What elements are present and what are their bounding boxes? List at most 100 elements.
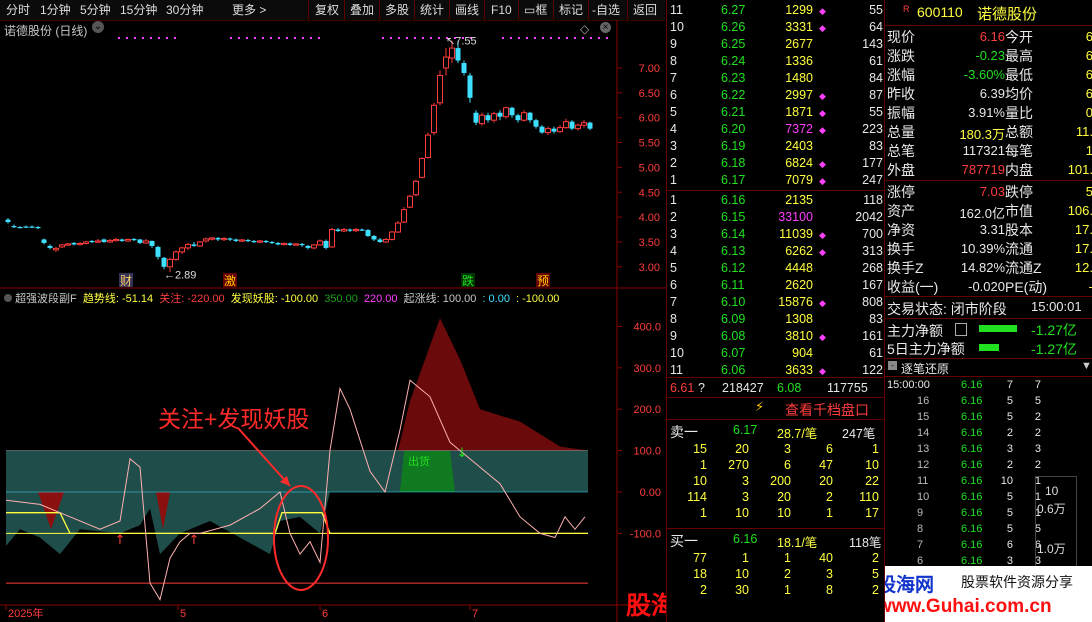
- level-number: 3: [670, 139, 677, 153]
- candle-body: [239, 239, 245, 242]
- level-marker: ◆: [819, 247, 826, 257]
- remove-watchlist-button[interactable]: -自选: [592, 2, 620, 18]
- period-tab-more[interactable]: 更多 >: [232, 2, 266, 18]
- period-tab-30min[interactable]: 30分钟: [166, 2, 203, 18]
- candle-body: [203, 238, 209, 242]
- quote-value: 3.31: [979, 222, 1005, 237]
- diamond-icon[interactable]: ◇: [580, 22, 589, 36]
- level-number: 1: [670, 193, 677, 207]
- queue-cell: 10: [735, 506, 749, 520]
- adjust-button[interactable]: 复权: [315, 2, 339, 18]
- level-volume: 3633: [785, 363, 813, 377]
- quote-key: 今开: [1005, 29, 1033, 45]
- level-marker: ◆: [819, 159, 826, 169]
- candle-body: [221, 237, 227, 241]
- level-count: 55: [869, 105, 883, 119]
- quote-value: 101.: [1067, 162, 1092, 177]
- toolbar-divider: [627, 0, 628, 20]
- candle-body: [263, 240, 269, 243]
- dropdown-icon[interactable]: ▼: [1081, 360, 1092, 372]
- overlay-button[interactable]: 叠加: [350, 2, 374, 18]
- level-price: 6.25: [721, 37, 746, 51]
- level-count: 61: [869, 54, 883, 68]
- candle-body: [35, 227, 41, 229]
- period-tab-1min[interactable]: 1分钟: [40, 2, 71, 18]
- quote-key: 流通: [1005, 241, 1033, 257]
- candle-body: [143, 240, 149, 244]
- summary-right-vol: 117755: [827, 381, 868, 395]
- date-label: 6: [322, 608, 328, 620]
- candle-body: [17, 227, 23, 229]
- collapse-icon[interactable]: [4, 294, 12, 302]
- quote-value: 6.16: [979, 29, 1005, 44]
- document-icon[interactable]: [955, 323, 967, 336]
- quote-row: 涨停 7.03跌停 5: [885, 182, 1092, 201]
- event-marker[interactable]: 财: [120, 274, 132, 288]
- level-marker: ◆: [819, 230, 826, 240]
- quote-key: 每笔: [1005, 143, 1033, 159]
- indicator-tick-label: 300.0: [633, 363, 661, 375]
- indicator-legend-item: 220.00: [360, 293, 398, 305]
- draw-line-button[interactable]: 画线: [455, 2, 479, 18]
- statistics-button[interactable]: 统计: [420, 2, 444, 18]
- level-number: 7: [670, 71, 677, 85]
- chevron-down-icon[interactable]: ⌄: [92, 21, 104, 33]
- event-marker[interactable]: 激: [224, 274, 236, 288]
- depth-link[interactable]: 查看千档盘口: [785, 400, 869, 420]
- tick-cell: 3: [1034, 443, 1041, 455]
- signal-dot: [574, 37, 576, 39]
- toolbar-divider: [308, 0, 309, 20]
- queue-cell: 3: [742, 474, 749, 488]
- back-button[interactable]: 返回: [633, 2, 657, 18]
- candle-body: [527, 112, 533, 121]
- f10-button[interactable]: F10: [491, 2, 512, 18]
- price-tick-label: 6.00: [639, 113, 660, 125]
- period-tab-intraday[interactable]: 分时: [6, 2, 30, 18]
- ask-level-row[interactable]: 1 6.17 7079 ◆ 247: [667, 171, 885, 190]
- level-price: 6.17: [721, 173, 746, 187]
- candle-body: [161, 257, 167, 267]
- cursor-box-button[interactable]: ▭框: [524, 2, 547, 18]
- main-flow-label: 主力净额: [887, 323, 943, 339]
- multi-stock-button[interactable]: 多股: [385, 2, 409, 18]
- tick-cell: 2: [1006, 459, 1013, 471]
- level-price: 6.06: [721, 363, 746, 377]
- collapse-icon[interactable]: -: [888, 361, 897, 370]
- toolbar-divider: [449, 0, 450, 20]
- signal-dot: [158, 37, 160, 39]
- queue-cell: 200: [770, 474, 791, 488]
- period-tab-5min[interactable]: 5分钟: [80, 2, 111, 18]
- level-count: 223: [862, 122, 883, 136]
- signal-dot: [550, 37, 552, 39]
- signal-dot: [166, 37, 168, 39]
- quote-key: 量比: [1005, 105, 1033, 121]
- candle-body: [551, 128, 557, 132]
- date-label: 7: [472, 608, 478, 620]
- quote-value: -3.60%: [963, 67, 1005, 82]
- quote-value: 106.: [1067, 203, 1092, 218]
- event-marker[interactable]: 跌: [462, 273, 474, 288]
- signal-dot: [606, 37, 608, 39]
- period-tab-15min[interactable]: 15分钟: [120, 2, 157, 18]
- level-count: 87: [869, 88, 883, 102]
- quote-key: 涨停: [887, 184, 915, 200]
- kline-chart[interactable]: 7.00 6.50 6.00 5.50 5.00 4.50 4.00 3.50 3.00 ↖7.5…: [0, 20, 666, 622]
- event-marker[interactable]: 预: [537, 274, 549, 288]
- mark-button[interactable]: 标记: [559, 2, 583, 18]
- close-icon[interactable]: ×: [600, 22, 611, 33]
- candle-body: [65, 243, 71, 246]
- level-price: 6.16: [721, 193, 746, 207]
- candle-body: [395, 222, 401, 233]
- candle-body: [509, 107, 515, 116]
- logo-url: www.Guhai.com.cn: [884, 596, 1052, 617]
- buy-queue-header: 买一 6.16 18.1/笔 118笔: [667, 530, 885, 550]
- tick-cell: 5: [1006, 395, 1013, 407]
- signal-dot: [398, 37, 400, 39]
- queue-cell: 30: [735, 583, 749, 597]
- level-count: 122: [862, 363, 883, 377]
- toolbar-divider: [588, 0, 589, 20]
- candle-body: [437, 74, 443, 104]
- signal-dot: [542, 37, 544, 39]
- five-day-flow-label: 5日主力净额: [887, 341, 965, 357]
- candle-body: [269, 241, 275, 244]
